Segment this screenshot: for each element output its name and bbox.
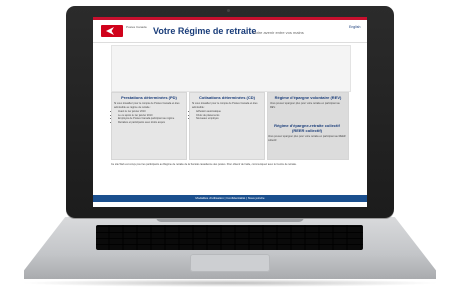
plan-card-reer[interactable]: Régime d'épargne-retraite collectif (REE… bbox=[268, 123, 346, 142]
plan-card-list: Avant le 1er janvier 2010 Le ou après le… bbox=[114, 110, 184, 124]
plan-card-heading[interactable]: Prestations déterminées (PD) bbox=[114, 95, 184, 100]
language-toggle-link[interactable]: English bbox=[349, 25, 360, 29]
footer-links[interactable]: Modalités d'utilisation | Confidentialit… bbox=[93, 196, 367, 200]
plan-card-cd[interactable]: Cotisations déterminées (CD) Si vous tra… bbox=[189, 92, 265, 160]
laptop-keyboard bbox=[96, 225, 363, 250]
laptop-trackpad bbox=[190, 254, 270, 272]
page-subtitle: Votre avenir entre vos mains bbox=[253, 30, 304, 35]
plan-card-intro: Si vous travaillez pour le compte de Pos… bbox=[192, 102, 258, 109]
camera-icon bbox=[227, 9, 230, 12]
plan-card-intro: Si vous travaillez pour le compte de Pos… bbox=[114, 102, 180, 109]
brand-logo-icon[interactable] bbox=[101, 25, 123, 37]
list-item[interactable]: Retraités et participants avec droits ac… bbox=[118, 121, 184, 125]
laptop-scene: Postes Canada Votre Régime de retraite V… bbox=[0, 0, 457, 297]
page-title: Votre Régime de retraite bbox=[153, 26, 257, 36]
plan-card-heading[interactable]: Cotisations déterminées (CD) bbox=[192, 95, 262, 100]
plan-card-intro: Vous pouvez épargner plus pour votre ret… bbox=[268, 135, 346, 142]
footer-notice: Ce site Web est conçu pour les participa… bbox=[111, 163, 297, 166]
laptop-shadow bbox=[20, 279, 440, 287]
plan-columns: Prestations déterminées (PD) Si vous tra… bbox=[111, 92, 349, 160]
hero-banner bbox=[111, 45, 351, 92]
plan-card-heading[interactable]: Régime d'épargne-retraite collectif (REE… bbox=[268, 123, 346, 133]
plan-card-pd[interactable]: Prestations déterminées (PD) Si vous tra… bbox=[111, 92, 187, 160]
plan-card-intro: Vous pouvez épargner plus pour votre ret… bbox=[270, 102, 340, 109]
list-item[interactable]: Nouveaux employés bbox=[196, 117, 262, 121]
plan-card-rev[interactable]: Régime d'épargne volontaire (REV) Vous p… bbox=[267, 92, 349, 160]
site-header: Postes Canada Votre Régime de retraite V… bbox=[93, 20, 367, 43]
list-item[interactable]: Employés de Postes Canada participant au… bbox=[118, 117, 184, 121]
laptop-screen: Postes Canada Votre Régime de retraite V… bbox=[93, 17, 367, 207]
plan-card-list: Adhésion automatique Choix de placements… bbox=[192, 110, 262, 121]
web-page: Postes Canada Votre Régime de retraite V… bbox=[93, 17, 367, 207]
plan-card-heading[interactable]: Régime d'épargne volontaire (REV) bbox=[270, 95, 346, 100]
brand-name: Postes Canada bbox=[126, 25, 147, 29]
